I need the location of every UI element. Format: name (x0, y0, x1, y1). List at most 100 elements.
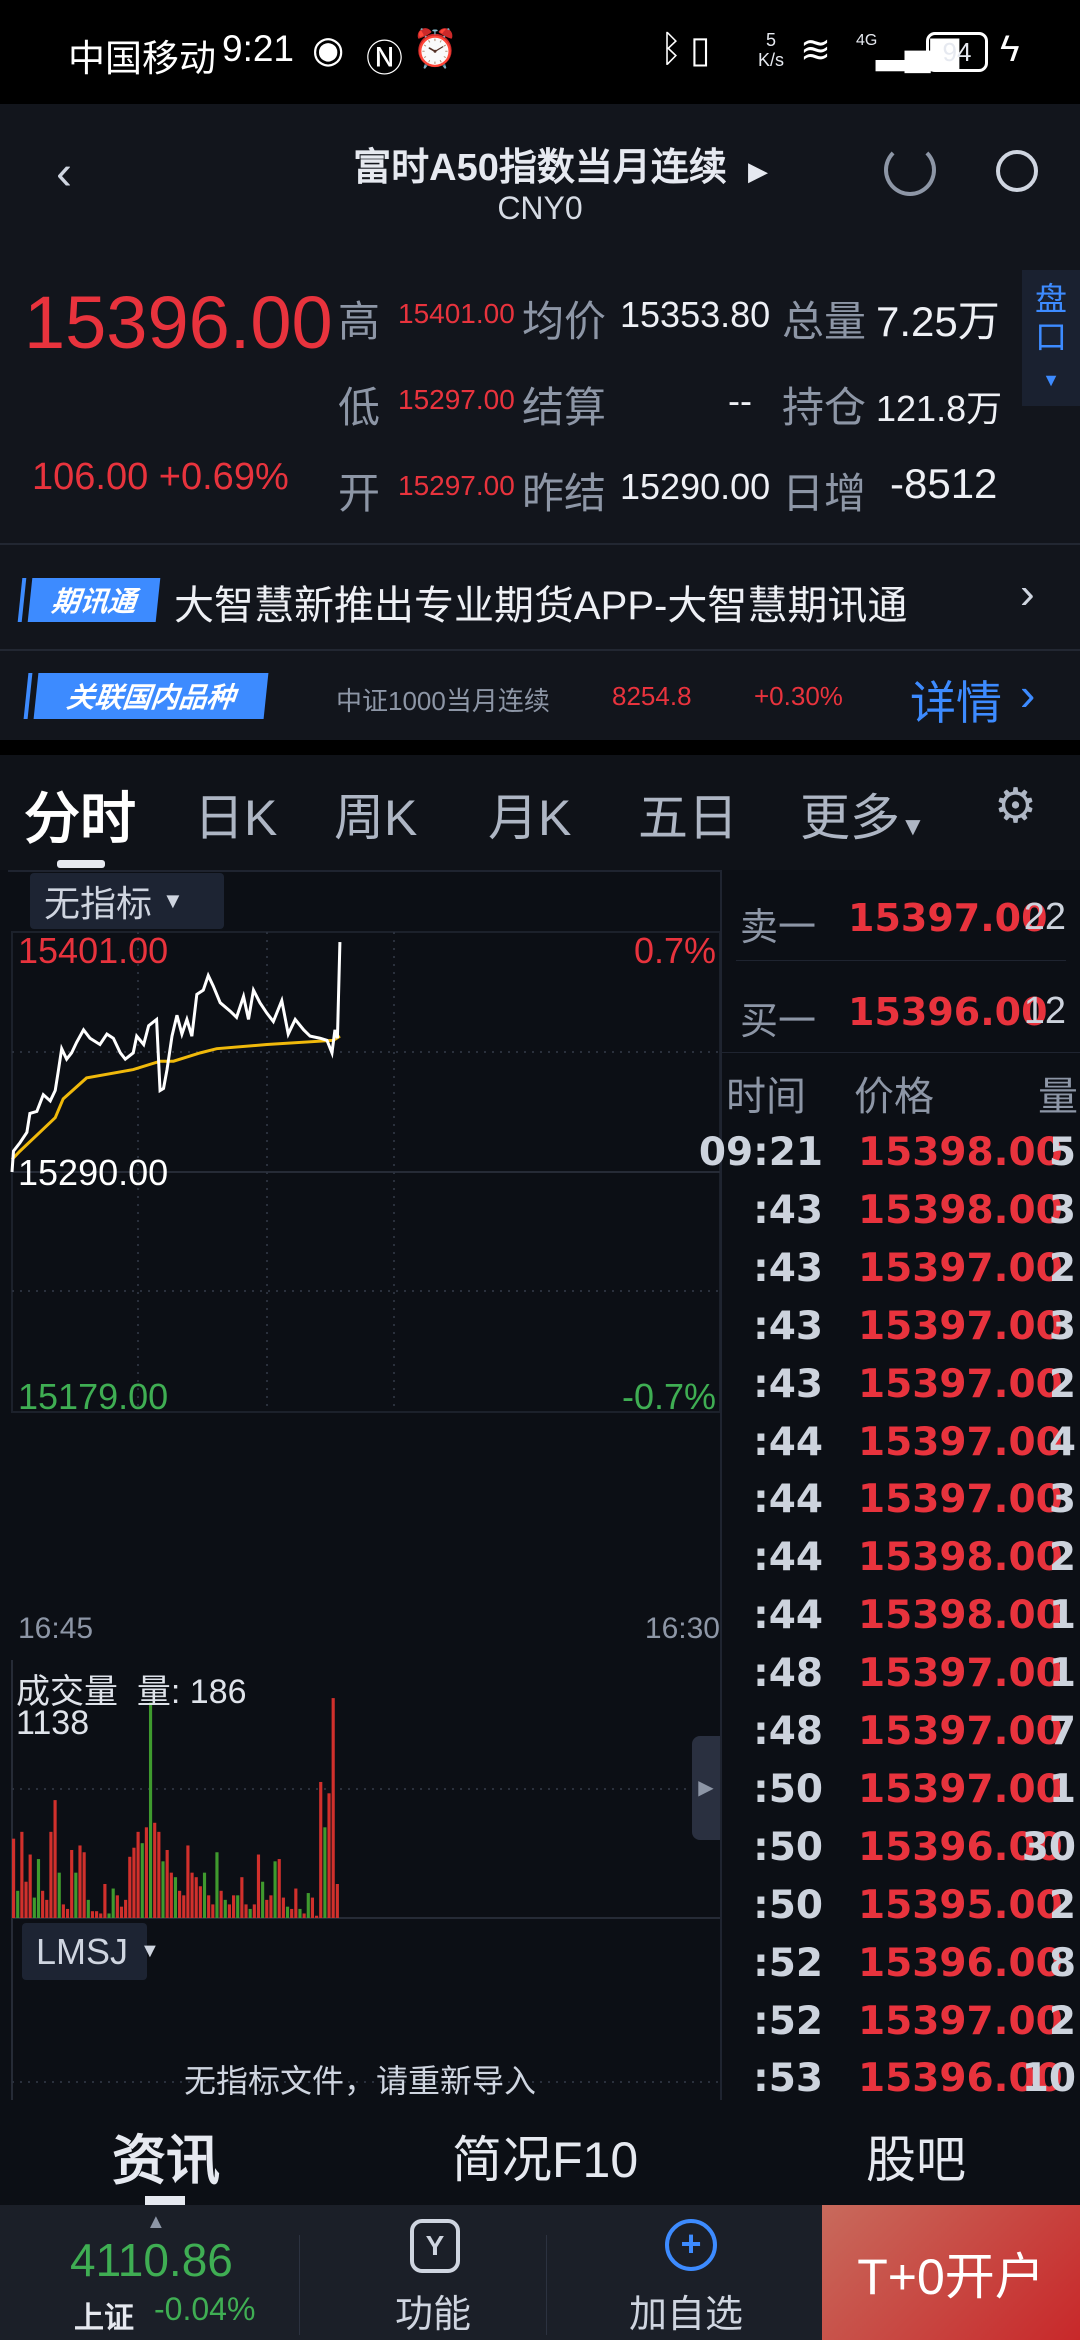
charging-icon: ϟ (1000, 28, 1020, 69)
tick-price: 15397.00 (858, 1998, 1063, 2044)
volume-bar (202, 1872, 207, 1918)
news-text: 大智慧新推出专业期货APP-大智慧期讯通 (174, 584, 908, 628)
volume-bar (231, 1895, 236, 1918)
settle-value: -- (728, 380, 752, 421)
news-badge: 期讯通 (27, 578, 161, 622)
vibrate-icon: ▯ (690, 29, 711, 70)
tab-profile-f10[interactable]: 简况F10 (452, 2120, 638, 2192)
wifi-icon: ≋ (800, 29, 832, 70)
daily-increase-label: 日增 (782, 470, 867, 517)
ask-qty: 22 (1023, 896, 1066, 938)
volume-bar (124, 1899, 128, 1918)
avg-value: 15353.80 (620, 294, 771, 335)
tick-row: :52 15396.00 8 (722, 1941, 1080, 1999)
caret-down-icon: ▼ (140, 1940, 160, 1962)
tick-row: :52 15397.00 2 (722, 1999, 1080, 2057)
tab-news[interactable]: 资讯 (112, 2116, 220, 2195)
volume-bar (207, 1895, 211, 1918)
volume-bar (45, 1899, 49, 1918)
index-name: 上证 (74, 2302, 134, 2335)
expand-panel-handle[interactable]: ▶ (692, 1736, 720, 1840)
tick-time: :53 (753, 2056, 823, 2102)
refresh-icon[interactable] (884, 144, 936, 196)
prev-settle-value: 15290.00 (620, 466, 771, 507)
volume-bar (132, 1847, 136, 1918)
volume-current: 量: 186 (136, 1673, 247, 1711)
tab-five-day[interactable]: 五日 (638, 778, 738, 850)
tick-price: 15395.00 (858, 1882, 1063, 1928)
last-price: 15396.00 (24, 281, 333, 364)
daily-increase-value: -8512 (890, 460, 998, 507)
tick-time: :43 (753, 1187, 823, 1233)
tab-weekly-k[interactable]: 周K (334, 778, 417, 850)
volume-bar (53, 1800, 57, 1918)
tick-qty: 30 (1021, 1824, 1076, 1870)
tick-qty: 1 (1048, 1593, 1076, 1639)
index-ticker[interactable]: 4110.86 上证 -0.04% (0, 2205, 300, 2340)
related-name: 中证1000当月连续 (336, 686, 550, 716)
volume-bar (16, 1890, 20, 1918)
tick-price: 15397.00 (858, 1245, 1063, 1291)
tick-time: :50 (753, 1882, 823, 1928)
function-button[interactable]: Y 功能 (300, 2205, 565, 2340)
volume-bar (32, 1897, 36, 1918)
tick-qty: 2 (1048, 1245, 1076, 1291)
volume-bar (261, 1881, 265, 1918)
network-type: 4G (856, 32, 878, 49)
function-label: 功能 (395, 2294, 472, 2336)
settings-gear-icon[interactable]: ⚙ (994, 778, 1037, 834)
tick-price: 15397.00 (858, 1303, 1063, 1349)
title-arrow-icon[interactable]: ▶ (748, 156, 768, 187)
tick-qty: 3 (1048, 1303, 1076, 1349)
sub-indicator-dropdown[interactable]: LMSJ ▼ (22, 1923, 160, 1980)
tab-forum[interactable]: 股吧 (866, 2120, 966, 2192)
tick-qty: 5 (1048, 1130, 1076, 1175)
tick-qty: 2 (1048, 1998, 1076, 2044)
detail-link[interactable]: 详情 (910, 667, 1002, 733)
volume-bar (252, 1904, 256, 1918)
news-banner[interactable]: 期讯通 大智慧新推出专业期货APP-大智慧期讯通 › (0, 545, 1080, 649)
tab-more-label: 更多 (800, 790, 900, 846)
volume-bar (219, 1890, 223, 1918)
volume-bar (240, 1877, 244, 1918)
volume-bar (140, 1843, 144, 1918)
tab-intraday[interactable]: 分时 (24, 774, 136, 855)
ticks-header-qty: 量 (1038, 1075, 1078, 1119)
order-book-toggle[interactable]: 盘口 ▼ (1022, 270, 1080, 406)
plus-circle-icon: + (665, 2219, 717, 2271)
volume-bar (198, 1886, 202, 1918)
tick-time: :44 (753, 1477, 823, 1523)
tab-daily-k[interactable]: 日K (194, 778, 277, 850)
volume-bar (277, 1859, 281, 1918)
volume-bar (281, 1897, 285, 1918)
related-pct: +0.30% (754, 681, 843, 711)
volume-bar (103, 1883, 107, 1918)
volume-bar (211, 1904, 215, 1918)
volume-bar (78, 1845, 82, 1918)
avg-label: 均价 (522, 298, 607, 345)
status-bar: 中国移动 9:21 ◉ Ⓝ ⏰ ᛒ ▯ 5 K/s ≋ 4G ▂▄▆ 94 ϟ (0, 0, 1080, 104)
prev-settle-label: 昨结 (522, 470, 607, 517)
sub-indicator-label: LMSJ (36, 1930, 129, 1972)
tick-row: :44 15398.00 2 (722, 1535, 1080, 1593)
tick-price: 15397.00 (858, 1709, 1063, 1754)
caret-down-icon: ▼ (1042, 370, 1060, 390)
related-product-row[interactable]: 关联国内品种 中证1000当月连续 8254.8 +0.30% 详情 › (0, 651, 1080, 740)
tick-time: :52 (753, 1998, 823, 2044)
open-account-button[interactable]: T+0开户 (822, 2205, 1080, 2340)
nfc-icon: Ⓝ (366, 38, 403, 79)
tick-price: 15397.00 (858, 1651, 1063, 1697)
search-icon[interactable] (996, 150, 1038, 192)
chevron-right-icon: › (1020, 569, 1035, 618)
tab-more[interactable]: 更多▼ (800, 778, 926, 850)
volume-value: 7.25万 (876, 298, 1000, 345)
tick-row: :50 15396.00 30 (722, 1825, 1080, 1883)
add-watchlist-button[interactable]: + 加自选 (547, 2205, 822, 2340)
low-value: 15297.00 (398, 384, 515, 415)
tab-monthly-k[interactable]: 月K (488, 778, 571, 850)
tick-price: 15398.00 (858, 1130, 1063, 1175)
volume-bar (215, 1852, 219, 1918)
intraday-chart[interactable] (0, 870, 720, 2100)
volume-bar (302, 1913, 306, 1918)
tick-qty: 7 (1048, 1709, 1076, 1754)
